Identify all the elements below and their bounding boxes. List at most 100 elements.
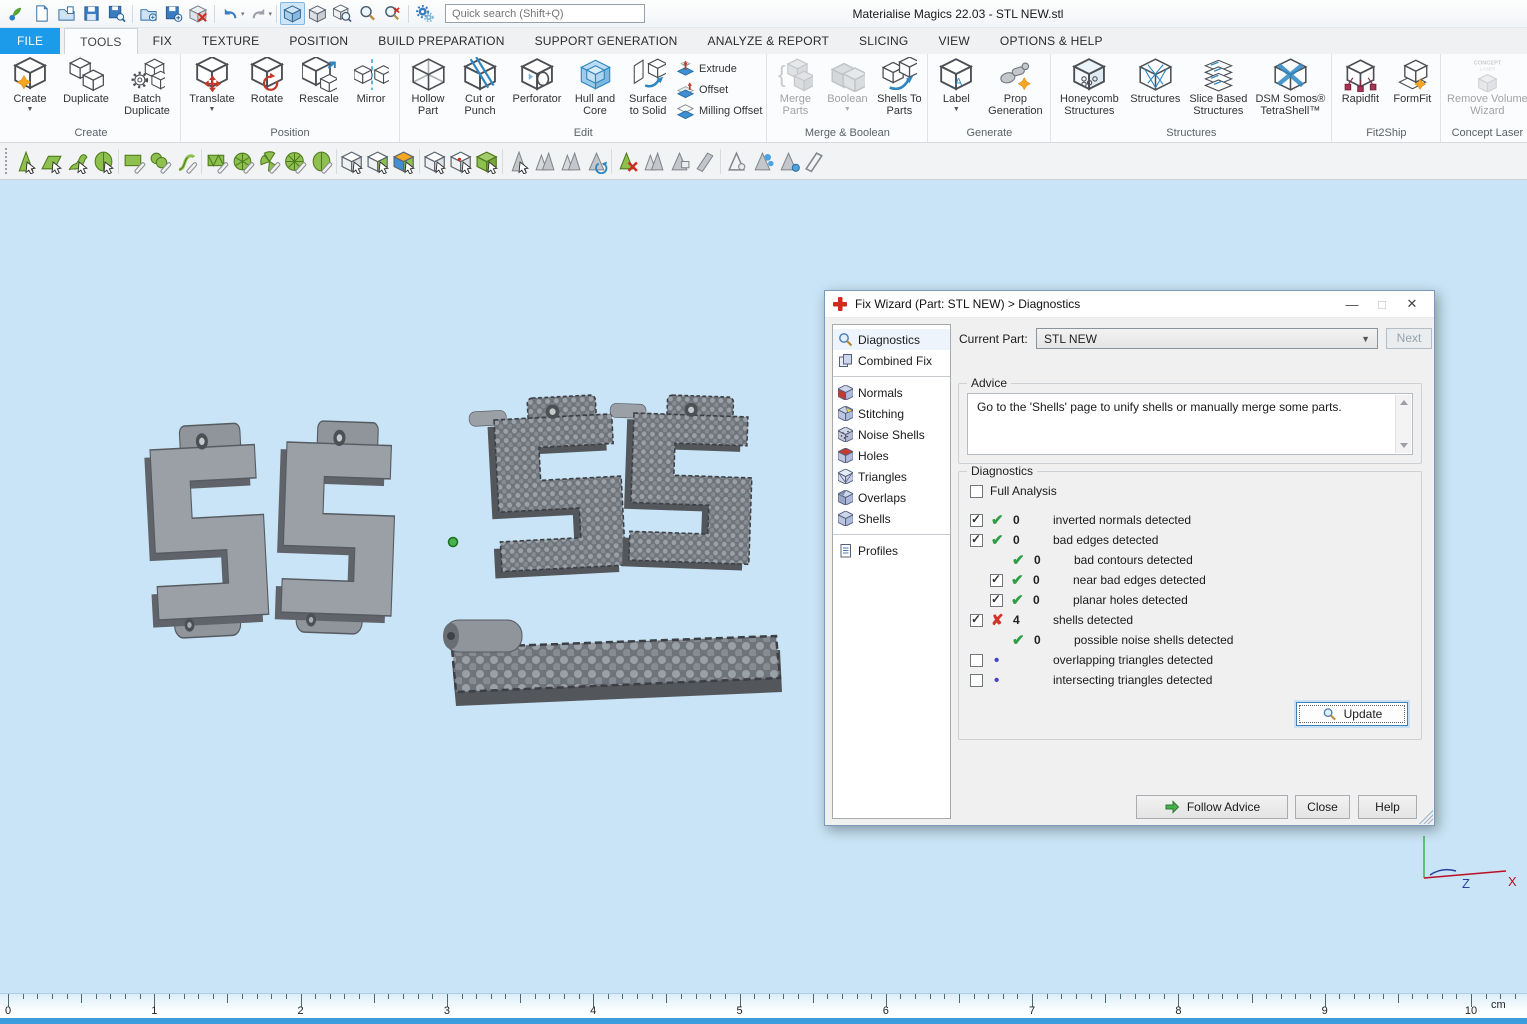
tab-build-preparation[interactable]: BUILD PREPARATION [363,28,519,54]
scroll-up-icon[interactable] [1400,400,1408,405]
create-button[interactable]: Create▼ [4,55,56,113]
minimize-icon[interactable]: — [1337,293,1367,315]
slice-based-structures-button[interactable]: Slice Based Structures [1185,55,1251,118]
fix-wizard-nav-diagnostics[interactable]: Diagnostics [833,329,950,350]
export-part-button[interactable] [161,2,186,25]
curve-selection-tool[interactable] [173,146,199,176]
mark-triangles-tool[interactable] [12,146,38,176]
chevron-down-icon[interactable]: ▾ [269,10,273,18]
point-triangle-tool[interactable] [723,146,749,176]
brush-selection-tool[interactable] [230,146,256,176]
tab-view[interactable]: VIEW [923,28,984,54]
fix-wizard-nav-stitching[interactable]: Stitching [833,403,950,424]
fix-wizard-nav-normals[interactable]: Normals [833,382,950,403]
milling-offset-button[interactable]: Milling Offset [676,101,762,120]
fix-wizard-nav-noise-shells[interactable]: Noise Shells [833,424,950,445]
star-selection-tool[interactable] [256,146,282,176]
diagnostic-checkbox[interactable] [970,534,983,547]
quick-search-input[interactable] [445,4,645,23]
update-button[interactable]: Update [1296,702,1408,726]
smooth-triangle-tool[interactable] [775,146,801,176]
tab-fix[interactable]: FIX [138,28,187,54]
shaded-view-button[interactable] [280,2,305,25]
advice-scrollbar[interactable] [1395,395,1411,453]
stl-part-textured-1[interactable] [468,394,626,580]
translate-button[interactable]: Translate▼ [183,55,241,113]
full-analysis-checkbox[interactable] [970,485,983,498]
plane-tool[interactable] [692,146,718,176]
diagnostic-checkbox[interactable] [970,614,983,627]
update-marked-tool[interactable] [583,146,609,176]
stl-part-textured-2[interactable] [605,393,755,571]
fix-wizard-titlebar[interactable]: Fix Wizard (Part: STL NEW) > Diagnostics… [825,291,1434,318]
marked-triangles-tool[interactable] [531,146,557,176]
cut-or-punch-button[interactable]: Cut or Punch [454,55,506,118]
new-document-button[interactable] [29,2,54,25]
follow-advice-button[interactable]: Follow Advice [1136,795,1288,819]
remove-volume-wizard-button[interactable]: CONCEPTLASERRemove Volume Wizard [1443,55,1527,118]
flip-triangles-tool[interactable] [557,146,583,176]
rescale-button[interactable]: Rescale [293,55,345,105]
unzoom-button[interactable] [380,2,405,25]
fix-wizard-nav-combined-fix[interactable]: Combined Fix [833,350,950,371]
fix-wizard-nav-profiles[interactable]: Profiles [833,540,950,561]
fix-wizard-nav-holes[interactable]: Holes [833,445,950,466]
select-shaded-part-tool[interactable] [365,146,391,176]
chevron-down-icon[interactable]: ▾ [241,10,245,18]
batch-duplicate-button[interactable]: Batch Duplicate [116,55,178,118]
mirror-button[interactable]: Mirror [345,55,397,105]
fix-triangles-tool[interactable] [749,146,775,176]
mark-plane-tool[interactable] [38,146,64,176]
mark-surface-tool[interactable] [64,146,90,176]
fix-wizard-nav-shells[interactable]: Shells [833,508,950,529]
zoom-button[interactable] [355,2,380,25]
import-part-button[interactable] [136,2,161,25]
rotate-button[interactable]: Rotate [241,55,293,105]
undo-button[interactable] [218,2,243,25]
fix-wizard-nav-triangles[interactable]: Triangles [833,466,950,487]
inspect-view-button[interactable] [330,2,355,25]
delete-marked-tool[interactable] [614,146,640,176]
rectangle-selection-tool[interactable] [121,146,147,176]
select-part-tool[interactable] [339,146,365,176]
render-view-button[interactable] [305,2,330,25]
merge-parts-button[interactable]: {Merge Parts [769,55,821,118]
tab-support-generation[interactable]: SUPPORT GENERATION [520,28,693,54]
scroll-down-icon[interactable] [1400,443,1408,448]
hollow-part-button[interactable]: Hollow Part [402,55,454,118]
formfit-button[interactable]: FormFit [1386,55,1438,105]
resize-grip[interactable] [1419,810,1433,824]
close-icon[interactable]: ✕ [1397,293,1427,315]
maximize-icon[interactable]: □ [1367,293,1397,315]
tab-file[interactable]: FILE [0,28,60,54]
rapidfit-button[interactable]: Rapidfit [1334,55,1386,105]
settings-gears-button[interactable] [412,2,437,25]
window-selection-tool[interactable] [204,146,230,176]
next-button[interactable]: Next [1386,328,1432,349]
diagnostic-checkbox[interactable] [970,654,983,667]
dsm-somos-tetrashell-button[interactable]: DSM Somos® TetraShell™ [1251,55,1329,118]
tab-slicing[interactable]: SLICING [844,28,923,54]
pick-marked-part-tool[interactable] [448,146,474,176]
freeform-selection-tool[interactable] [147,146,173,176]
save-as-button[interactable] [104,2,129,25]
diagnostic-checkbox[interactable] [990,574,1003,587]
stl-part-smooth-1[interactable] [143,422,270,639]
label-button[interactable]: ALabel▼ [930,55,982,113]
pick-solid-part-tool[interactable] [474,146,500,176]
prop-generation-button[interactable]: Prop Generation [982,55,1048,118]
toolbar-drag-handle[interactable] [3,148,10,174]
mark-shell-tool[interactable] [90,146,116,176]
current-part-combobox[interactable]: STL NEW ▼ [1036,328,1378,349]
magics-logo-button[interactable] [4,2,29,25]
diagnostic-checkbox[interactable] [970,514,983,527]
pick-part-tool[interactable] [422,146,448,176]
ghost-triangles-tool[interactable] [640,146,666,176]
offset-button[interactable]: Offset [676,80,762,99]
box-triangles-tool[interactable] [666,146,692,176]
diagnostic-checkbox[interactable] [970,674,983,687]
stl-part-textured-beam[interactable] [443,620,782,706]
frame-plane-tool[interactable] [801,146,827,176]
boolean-button[interactable]: Boolean▼ [821,55,873,113]
sphere-selection-tool[interactable] [308,146,334,176]
